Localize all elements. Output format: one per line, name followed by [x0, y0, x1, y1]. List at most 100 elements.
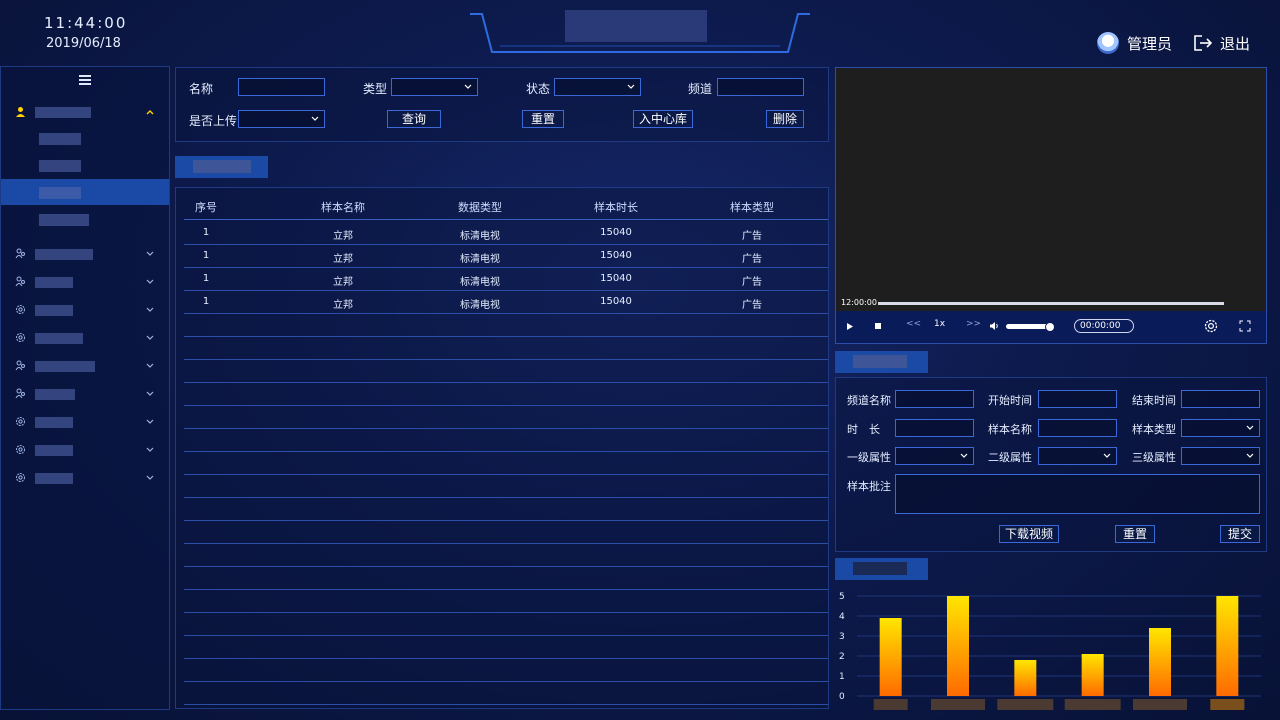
play-icon[interactable]	[846, 322, 854, 331]
level1-attr-select[interactable]	[895, 447, 974, 465]
type-select[interactable]	[391, 78, 478, 96]
level2-attr-select[interactable]	[1038, 447, 1117, 465]
users-icon	[15, 276, 25, 287]
chart-section-tab[interactable]	[835, 558, 928, 580]
name-input[interactable]	[238, 78, 325, 96]
duration-input[interactable]	[895, 419, 974, 437]
status-select[interactable]	[554, 78, 641, 96]
table-cell[interactable]: 1	[203, 250, 209, 261]
sidebar-group-1[interactable]	[1, 99, 169, 125]
sidebar-group-7[interactable]	[1, 381, 169, 407]
chevron-down-icon	[146, 419, 154, 424]
chart-bar[interactable]	[1014, 660, 1037, 696]
reset-button[interactable]: 重置	[522, 110, 564, 128]
table-cell[interactable]: 立邦	[333, 227, 353, 242]
sample-type-select[interactable]	[1181, 419, 1260, 437]
table-row-divider	[184, 428, 828, 429]
sidebar-subitem-2[interactable]	[1, 152, 169, 178]
submit-button[interactable]: 提交	[1220, 525, 1260, 543]
table-cell[interactable]: 1	[203, 273, 209, 284]
chart-bar[interactable]	[879, 618, 902, 696]
chevron-down-icon	[311, 116, 319, 121]
level3-attr-select[interactable]	[1181, 447, 1260, 465]
sidebar-group-3[interactable]	[1, 269, 169, 295]
column-header[interactable]: 样本名称	[321, 199, 365, 215]
stop-icon[interactable]	[874, 322, 882, 330]
table-cell[interactable]: 1	[203, 227, 209, 238]
sidebar-subitem-1[interactable]	[1, 125, 169, 151]
form-reset-button[interactable]: 重置	[1115, 525, 1155, 543]
time-input[interactable]: 00:00:00	[1074, 319, 1134, 333]
table-cell[interactable]: 标清电视	[460, 296, 500, 311]
logout-button[interactable]: 退出	[1220, 33, 1250, 54]
table-cell[interactable]: 15040	[600, 227, 632, 238]
table-cell[interactable]: 立邦	[333, 296, 353, 311]
x-category-label-placeholder	[1064, 699, 1121, 710]
sidebar-group-10[interactable]	[1, 465, 169, 491]
logout-icon[interactable]	[1194, 35, 1212, 51]
column-header[interactable]: 样本时长	[594, 199, 638, 215]
sidebar-group-2[interactable]	[1, 241, 169, 267]
table-cell[interactable]: 15040	[600, 273, 632, 284]
table-cell[interactable]: 广告	[742, 296, 762, 311]
sample-name-input[interactable]	[1038, 419, 1117, 437]
column-header[interactable]: 数据类型	[458, 199, 502, 215]
fullscreen-icon[interactable]	[1239, 320, 1251, 332]
table-cell[interactable]: 立邦	[333, 250, 353, 265]
chart-bar[interactable]	[1081, 654, 1104, 696]
table-cell[interactable]: 1	[203, 296, 209, 307]
bar-chart: 0 1 2 3 4 5	[839, 592, 1261, 710]
table-cell[interactable]: 标清电视	[460, 227, 500, 242]
rewind-icon[interactable]: <<	[906, 319, 921, 329]
table-cell[interactable]: 广告	[742, 273, 762, 288]
sidebar-group-5[interactable]	[1, 325, 169, 351]
video-player[interactable]: 12:00:00 << 1x >> 00:00:00	[835, 67, 1267, 344]
menu-toggle-icon[interactable]	[79, 75, 91, 87]
sample-note-textarea[interactable]	[895, 474, 1260, 514]
y-tick-label: 0	[839, 692, 845, 702]
download-video-button[interactable]: 下载视频	[999, 525, 1059, 543]
column-header[interactable]: 样本类型	[730, 199, 774, 215]
fast-forward-icon[interactable]: >>	[966, 319, 981, 329]
list-section-tab[interactable]	[175, 156, 268, 178]
table-cell[interactable]: 广告	[742, 227, 762, 242]
uploaded-select[interactable]	[238, 110, 325, 128]
channel-input[interactable]	[717, 78, 804, 96]
chart-bar[interactable]	[1149, 628, 1171, 696]
query-button[interactable]: 查询	[387, 110, 441, 128]
table-cell[interactable]: 广告	[742, 250, 762, 265]
table-cell[interactable]: 立邦	[333, 273, 353, 288]
sidebar-group-9[interactable]	[1, 437, 169, 463]
tab-label-placeholder	[853, 355, 907, 368]
avatar[interactable]	[1096, 32, 1119, 54]
chart-bar[interactable]	[947, 596, 969, 696]
delete-button[interactable]: 删除	[766, 110, 804, 128]
video-progress-bar[interactable]	[878, 302, 1224, 305]
chevron-down-icon	[464, 84, 472, 89]
start-time-input[interactable]	[1038, 390, 1117, 408]
user-name[interactable]: 管理员	[1127, 33, 1172, 54]
volume-slider[interactable]	[1006, 322, 1055, 332]
sidebar-group-6[interactable]	[1, 353, 169, 379]
chart-bar[interactable]	[1216, 596, 1239, 696]
to-center-library-button[interactable]: 入中心库	[633, 110, 693, 128]
table-cell[interactable]: 标清电视	[460, 273, 500, 288]
speed-button[interactable]: 1x	[934, 319, 945, 329]
level2-attr-label: 二级属性	[988, 451, 1032, 464]
table-cell[interactable]: 标清电视	[460, 250, 500, 265]
end-time-input[interactable]	[1181, 390, 1260, 408]
table-cell[interactable]: 15040	[600, 250, 632, 261]
sidebar-subitem-3-active[interactable]	[1, 179, 169, 205]
table-row-divider	[184, 474, 828, 475]
channel-name-label: 频道名称	[847, 394, 891, 407]
sidebar-group-8[interactable]	[1, 409, 169, 435]
table-cell[interactable]: 15040	[600, 296, 632, 307]
column-header[interactable]: 序号	[195, 199, 217, 215]
sidebar-group-4[interactable]	[1, 297, 169, 323]
volume-icon[interactable]	[989, 321, 999, 331]
detail-section-tab[interactable]	[835, 351, 928, 373]
channel-name-input[interactable]	[895, 390, 974, 408]
settings-gear-icon[interactable]	[1204, 319, 1218, 333]
chevron-down-icon	[960, 453, 968, 458]
sidebar-subitem-4[interactable]	[1, 206, 169, 232]
